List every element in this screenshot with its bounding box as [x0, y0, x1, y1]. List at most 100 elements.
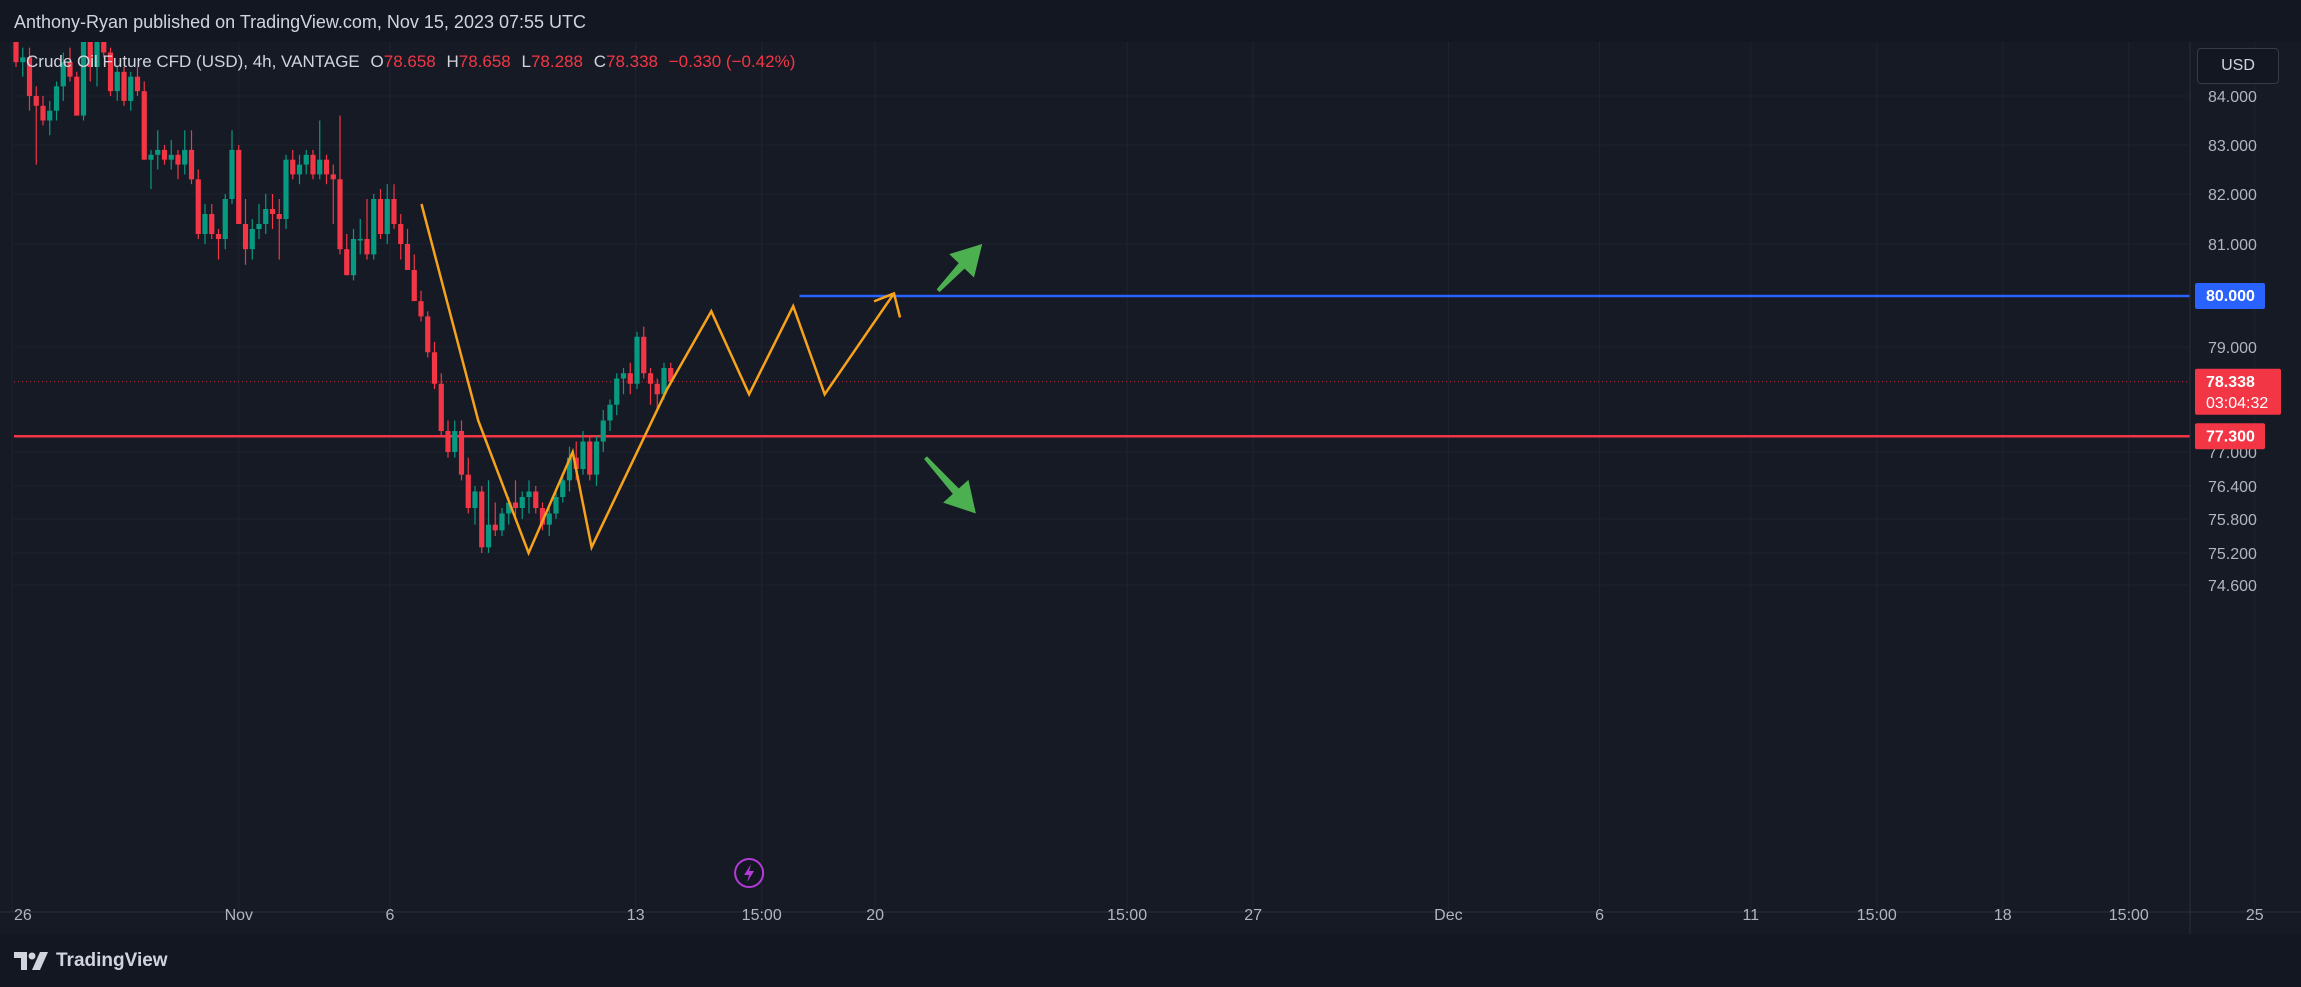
candle-body: [195, 179, 201, 234]
candle-body: [499, 513, 505, 531]
candle-body: [614, 378, 620, 405]
y-tick-label: 84.000: [2208, 89, 2257, 106]
y-tick-label: 76.400: [2208, 479, 2257, 496]
tradingview-logo[interactable]: TradingView: [14, 950, 168, 972]
candle-body: [128, 76, 134, 101]
candle-body: [512, 502, 519, 508]
candle-body: [560, 480, 566, 497]
x-tick-label: Dec: [1434, 907, 1462, 924]
candle-body: [121, 71, 127, 101]
candle-body: [202, 214, 208, 234]
candle-body: [458, 431, 465, 475]
x-tick-label: 18: [1994, 907, 2012, 924]
candle-body: [519, 497, 525, 508]
candle-body: [492, 524, 498, 531]
x-tick-label: 20: [866, 907, 884, 924]
candle-body: [283, 159, 289, 219]
x-tick-label: 26: [14, 907, 32, 924]
candle-body: [141, 91, 147, 160]
x-tick-label: 15:00: [2109, 907, 2149, 924]
price-label-countdown: 03:04:32: [2206, 395, 2268, 412]
candle-body: [357, 239, 363, 241]
candle-body: [276, 214, 282, 219]
candle-body: [229, 149, 235, 199]
candle-body: [114, 71, 120, 92]
x-tick-label: 13: [627, 907, 645, 924]
candle-body: [371, 199, 377, 255]
x-tick-label: 6: [386, 907, 395, 924]
candle-body: [182, 149, 188, 165]
x-tick-label: 27: [1244, 907, 1262, 924]
x-tick-label: 11: [1742, 907, 1759, 924]
x-tick-label: 25: [2246, 907, 2264, 924]
x-tick-label: 15:00: [1107, 907, 1147, 924]
candle-body: [40, 105, 46, 121]
candle-body: [256, 224, 262, 229]
candle-body: [242, 224, 249, 250]
candle-body: [607, 404, 613, 421]
candle-body: [600, 420, 606, 442]
horizontal-lines[interactable]: [14, 294, 2190, 438]
y-tick-label: 75.200: [2208, 546, 2257, 563]
candle-body: [587, 441, 593, 475]
symbol-label[interactable]: Crude Oil Future CFD (USD), 4h, VANTAGE: [26, 52, 360, 71]
candle-body: [303, 154, 309, 165]
price-label-text: 78.338: [2206, 374, 2255, 391]
footer: [0, 934, 2301, 987]
candle-body: [526, 491, 532, 497]
candle-body: [350, 239, 357, 276]
candle-body: [74, 76, 80, 116]
tradingview-icon: [14, 952, 48, 970]
price-label-text: 77.300: [2206, 428, 2255, 445]
candle-body: [452, 431, 458, 452]
price-chart[interactable]: 84.00083.00082.00081.00079.00077.00076.4…: [0, 42, 2301, 934]
candle-body: [269, 209, 276, 214]
candle-body: [485, 524, 492, 548]
y-tick-label: 79.000: [2208, 340, 2257, 357]
candle-body: [317, 159, 323, 175]
currency-button[interactable]: USD: [2197, 48, 2279, 84]
tradingview-brand: TradingView: [56, 950, 168, 971]
candle-body: [620, 373, 627, 379]
candle-body: [155, 149, 161, 155]
event-marker[interactable]: [734, 858, 765, 888]
chart-area[interactable]: 84.000 83.000 82.000 81.000 79.000 77.000 76.4…: [0, 42, 2301, 934]
up-arrow: [936, 244, 983, 293]
close-label: C: [593, 52, 606, 71]
candle-body: [337, 179, 343, 250]
candle-body: [465, 474, 471, 508]
candle-body: [377, 199, 384, 234]
candle-body: [431, 352, 438, 384]
price-label-text: 80.000: [2206, 288, 2255, 305]
candle-body: [398, 224, 404, 244]
chart-legend: Crude Oil Future CFD (USD), 4h, VANTAGE …: [26, 52, 795, 72]
open-label: O: [370, 52, 384, 71]
x-tick-label: 15:00: [1857, 907, 1897, 924]
y-tick-label: 82.000: [2208, 187, 2257, 204]
candle-body: [647, 373, 654, 384]
candle-body: [593, 441, 600, 475]
low-label: L: [521, 52, 531, 71]
candle-body: [20, 57, 26, 63]
candle-body: [215, 234, 222, 239]
candle-body: [553, 497, 559, 514]
candle-body: [330, 174, 336, 180]
candle-body: [641, 336, 647, 374]
zigzag-pattern[interactable]: [420, 203, 902, 557]
x-tick-label: Nov: [225, 907, 253, 924]
candle-body: [425, 316, 431, 353]
candle-body: [209, 214, 215, 234]
candles: [13, 42, 674, 553]
candle-body: [627, 373, 633, 384]
candle-body: [634, 336, 640, 384]
candle-body: [101, 42, 107, 53]
candle-body: [384, 199, 390, 234]
x-tick-label: 6: [1595, 907, 1604, 924]
publisher-text: Anthony-Ryan published on TradingView.co…: [14, 12, 587, 32]
candle-body: [296, 164, 303, 175]
low-value: 78.288: [530, 52, 583, 71]
arrows[interactable]: [913, 232, 995, 525]
candle-body: [411, 270, 417, 302]
top-bar: Anthony-Ryan published on TradingView.co…: [0, 0, 2301, 42]
candle-body: [188, 149, 195, 180]
